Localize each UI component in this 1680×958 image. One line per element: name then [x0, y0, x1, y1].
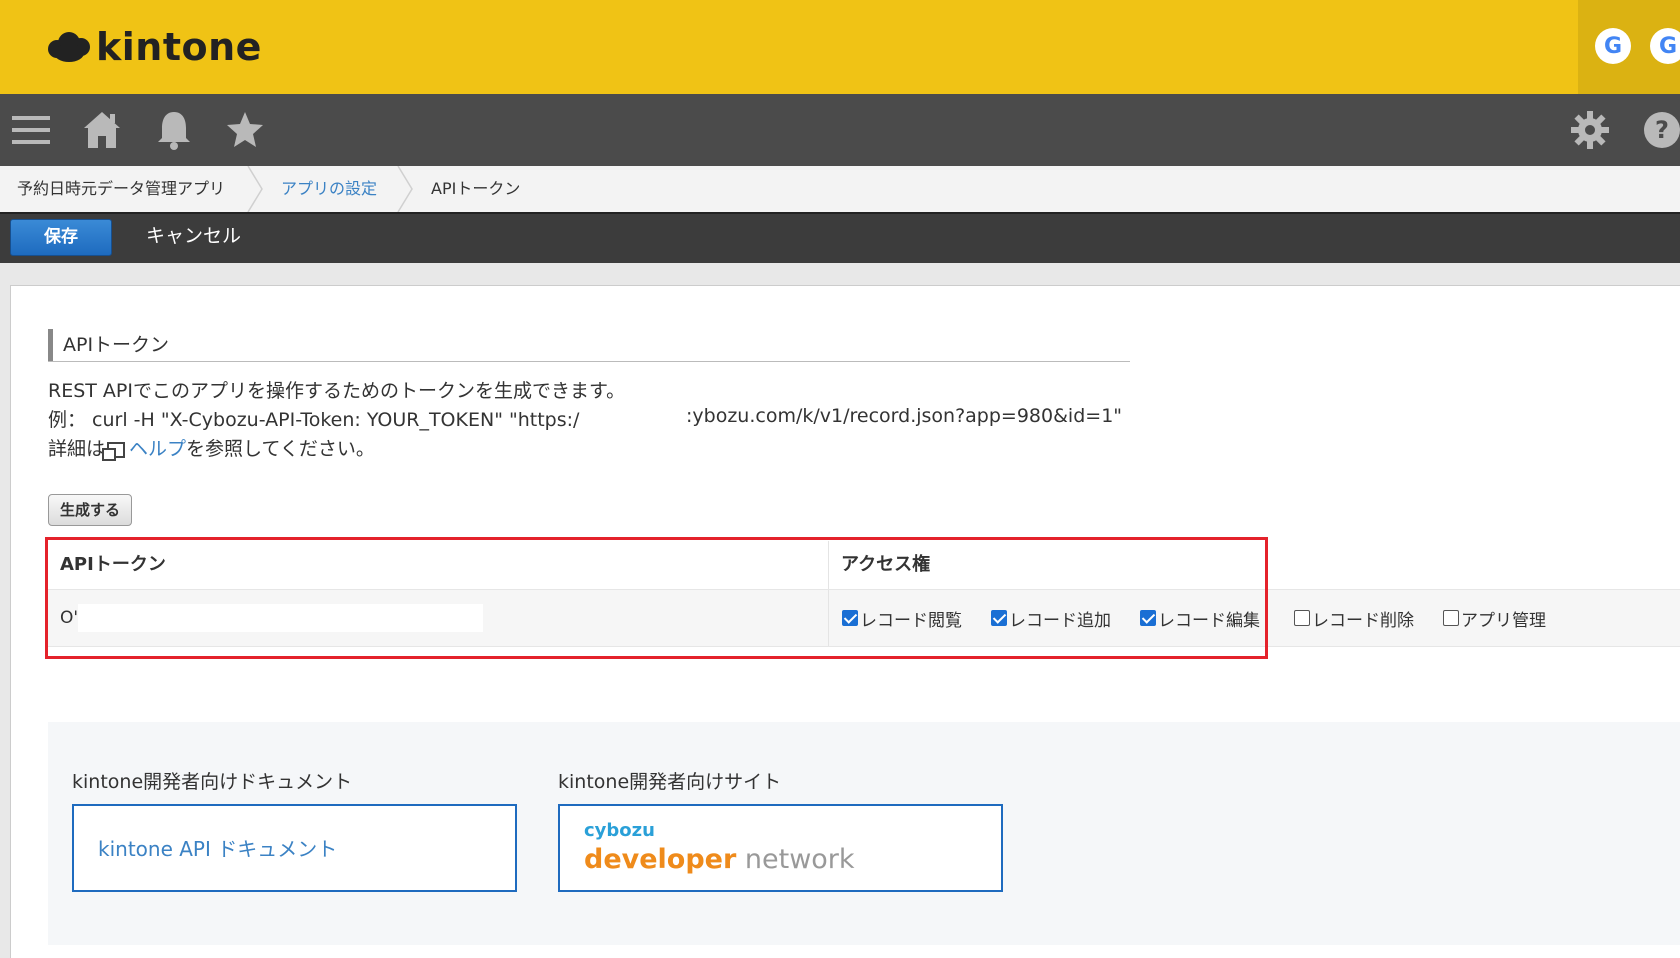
developer-network-logo: developer network [584, 844, 855, 875]
svg-text:?: ? [1655, 116, 1669, 144]
checkbox-record-delete[interactable] [1294, 610, 1310, 626]
home-icon[interactable] [80, 108, 124, 152]
example-command-part-1: 例： curl -H "X-Cybozu-API-Token: YOUR_TOK… [48, 409, 580, 431]
section-title: APIトークン [48, 329, 1130, 362]
gear-icon[interactable] [1568, 108, 1612, 152]
google-avatar-icon[interactable]: G [1595, 28, 1631, 64]
star-icon[interactable] [223, 108, 267, 152]
generate-token-button[interactable]: 生成する [48, 494, 132, 526]
breadcrumb-app-settings[interactable]: アプリの設定 [281, 166, 377, 212]
perm-record-delete[interactable]: レコード削除 [1294, 590, 1414, 646]
api-docs-card[interactable]: kintone API ドキュメント [72, 804, 517, 892]
site-heading: kintone開発者向けサイト [558, 771, 782, 793]
save-button[interactable]: 保存 [10, 219, 112, 256]
breadcrumb-current: APIトークン [431, 179, 521, 198]
google-avatar-icon-2[interactable]: G [1650, 28, 1680, 64]
kintone-logo[interactable]: kintone [46, 24, 262, 70]
help-icon[interactable]: ? [1640, 108, 1680, 152]
description-line-2b: :ybozu.com/k/v1/record.json?app=980&id=1… [686, 405, 1122, 427]
perm-label: レコード削除 [1312, 610, 1414, 631]
cancel-button[interactable]: キャンセル [146, 218, 241, 255]
annotation-highlight-box [45, 537, 1268, 659]
description-line-1: REST APIでこのアプリを操作するためのトークンを生成できます。 [48, 380, 626, 402]
help-link[interactable]: ヘルプ [129, 438, 186, 460]
breadcrumb: 予約日時元データ管理アプリ アプリの設定 APIトークン [0, 166, 1680, 213]
perm-label: アプリ管理 [1461, 610, 1546, 631]
breadcrumb-separator-icon [397, 166, 413, 212]
logo-text: kintone [96, 25, 262, 69]
help-suffix: を参照してください。 [186, 438, 375, 460]
breadcrumb-app[interactable]: 予約日時元データ管理アプリ [17, 166, 225, 212]
description-line-3: 詳細は ヘルプを参照してください。 [48, 434, 375, 461]
checkbox-app-admin[interactable] [1443, 610, 1459, 626]
description-line-2: 例： curl -H "X-Cybozu-API-Token: YOUR_TOK… [48, 405, 579, 432]
action-bar: 保存 キャンセル [0, 212, 1680, 263]
cloud-logo-icon [46, 30, 92, 64]
api-docs-link[interactable]: kintone API ドキュメント [98, 806, 337, 892]
docs-heading: kintone開発者向けドキュメント [72, 771, 353, 793]
external-link-icon [102, 441, 126, 461]
help-prefix: 詳細は [48, 438, 106, 460]
user-area: G G [1578, 0, 1680, 94]
top-header: kintone G G [0, 0, 1680, 94]
breadcrumb-separator-icon [247, 166, 263, 212]
title-accent-bar [48, 329, 53, 361]
menu-icon[interactable] [10, 108, 54, 152]
section-title-text: APIトークン [63, 334, 170, 356]
developer-network-card[interactable]: cybozu developer network [558, 804, 1003, 892]
cybozu-logo-text: cybozu [584, 820, 655, 841]
example-command-part-2: :ybozu.com/k/v1/record.json?app=980&id=1… [686, 405, 1123, 427]
perm-app-admin[interactable]: アプリ管理 [1443, 590, 1546, 646]
bell-icon[interactable] [152, 108, 196, 152]
global-nav: ? [0, 94, 1680, 166]
